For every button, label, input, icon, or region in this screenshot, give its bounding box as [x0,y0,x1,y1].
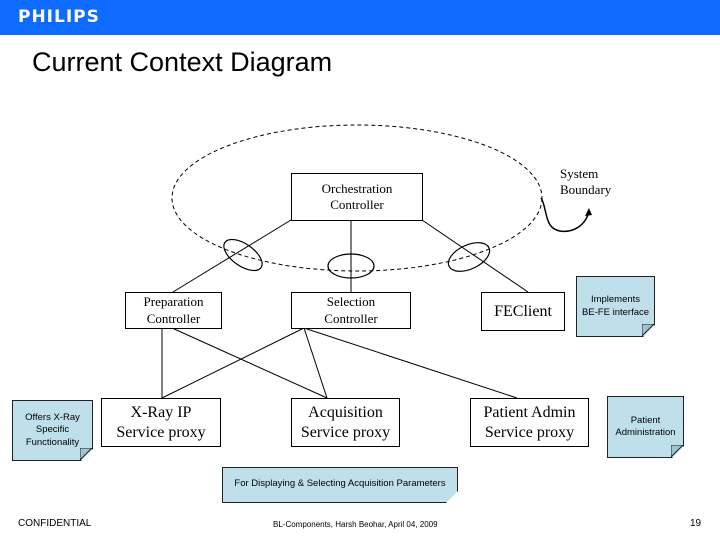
footer-center: BL-Components, Harsh Beohar, April 04, 2… [273,520,438,529]
offers-line2: Specific [35,424,70,436]
note-acquisition-parameters: For Displaying & Selecting Acquisition P… [222,467,458,503]
footer-page-number: 19 [690,518,702,529]
interface-right-icon [447,242,491,272]
orchestration-line2: Controller [330,197,384,212]
connector-sel-patient [303,327,518,399]
feclient-label: FEClient [494,302,552,320]
orchestration-line1: Orchestration [321,180,393,196]
acquisition-line1: Acquisition [308,403,383,421]
connector-prep-acq [171,327,328,399]
connector-sel-acq [303,327,328,399]
implements-line2: BE-FE interface [581,306,650,318]
boundary-arrow-icon [540,197,590,233]
preparation-line1: Preparation [143,294,204,310]
note-offers-xray: Offers X-Ray Specific Functionality [12,400,93,461]
patient-admin-line1: Patient Admin [483,403,576,421]
implements-line1: Implements [590,294,641,306]
note-patient-administration: Patient Administration [607,396,684,458]
acquisition-service-proxy-box: Acquisition Service proxy [291,398,400,447]
patient-admin-line2: Service proxy [484,423,575,441]
selection-line1: Selection [326,294,376,310]
patient-administration-line1: Patient [630,414,661,426]
boundary-line2: Boundary [560,182,612,198]
selection-controller-box: Selection Controller [291,292,411,329]
offers-line1: Offers X-Ray [25,411,80,423]
acquisition-params-text: For Displaying & Selecting Acquisition P… [234,478,446,489]
selection-line2: Controller [324,310,378,326]
xray-line2: Service proxy [116,423,206,441]
patient-admin-service-proxy-box: Patient Admin Service proxy [470,398,589,447]
interface-left-icon [223,238,263,272]
patient-administration-line2: Administration [615,427,676,438]
note-implements: Implements BE-FE interface [576,276,655,337]
footer-confidential: CONFIDENTIAL [18,518,92,529]
acquisition-line2: Service proxy [300,423,391,441]
boundary-line1: System [560,166,599,181]
preparation-controller-box: Preparation Controller [125,292,222,329]
xray-ip-service-proxy-box: X-Ray IP Service proxy [101,398,221,447]
orchestration-controller-box: Orchestration Controller [291,173,423,221]
diagram-canvas [161,124,592,399]
offers-line3: Functionality [25,436,80,448]
xray-line1: X-Ray IP [130,403,192,421]
system-boundary-label: System Boundary [560,166,611,199]
feclient-box: FEClient [481,292,565,331]
connector-orch-prep [172,219,292,293]
preparation-line2: Controller [146,310,201,326]
connector-orch-fe [421,219,529,293]
boundary-arrowhead-icon [585,208,592,216]
connector-sel-xray [161,327,305,399]
